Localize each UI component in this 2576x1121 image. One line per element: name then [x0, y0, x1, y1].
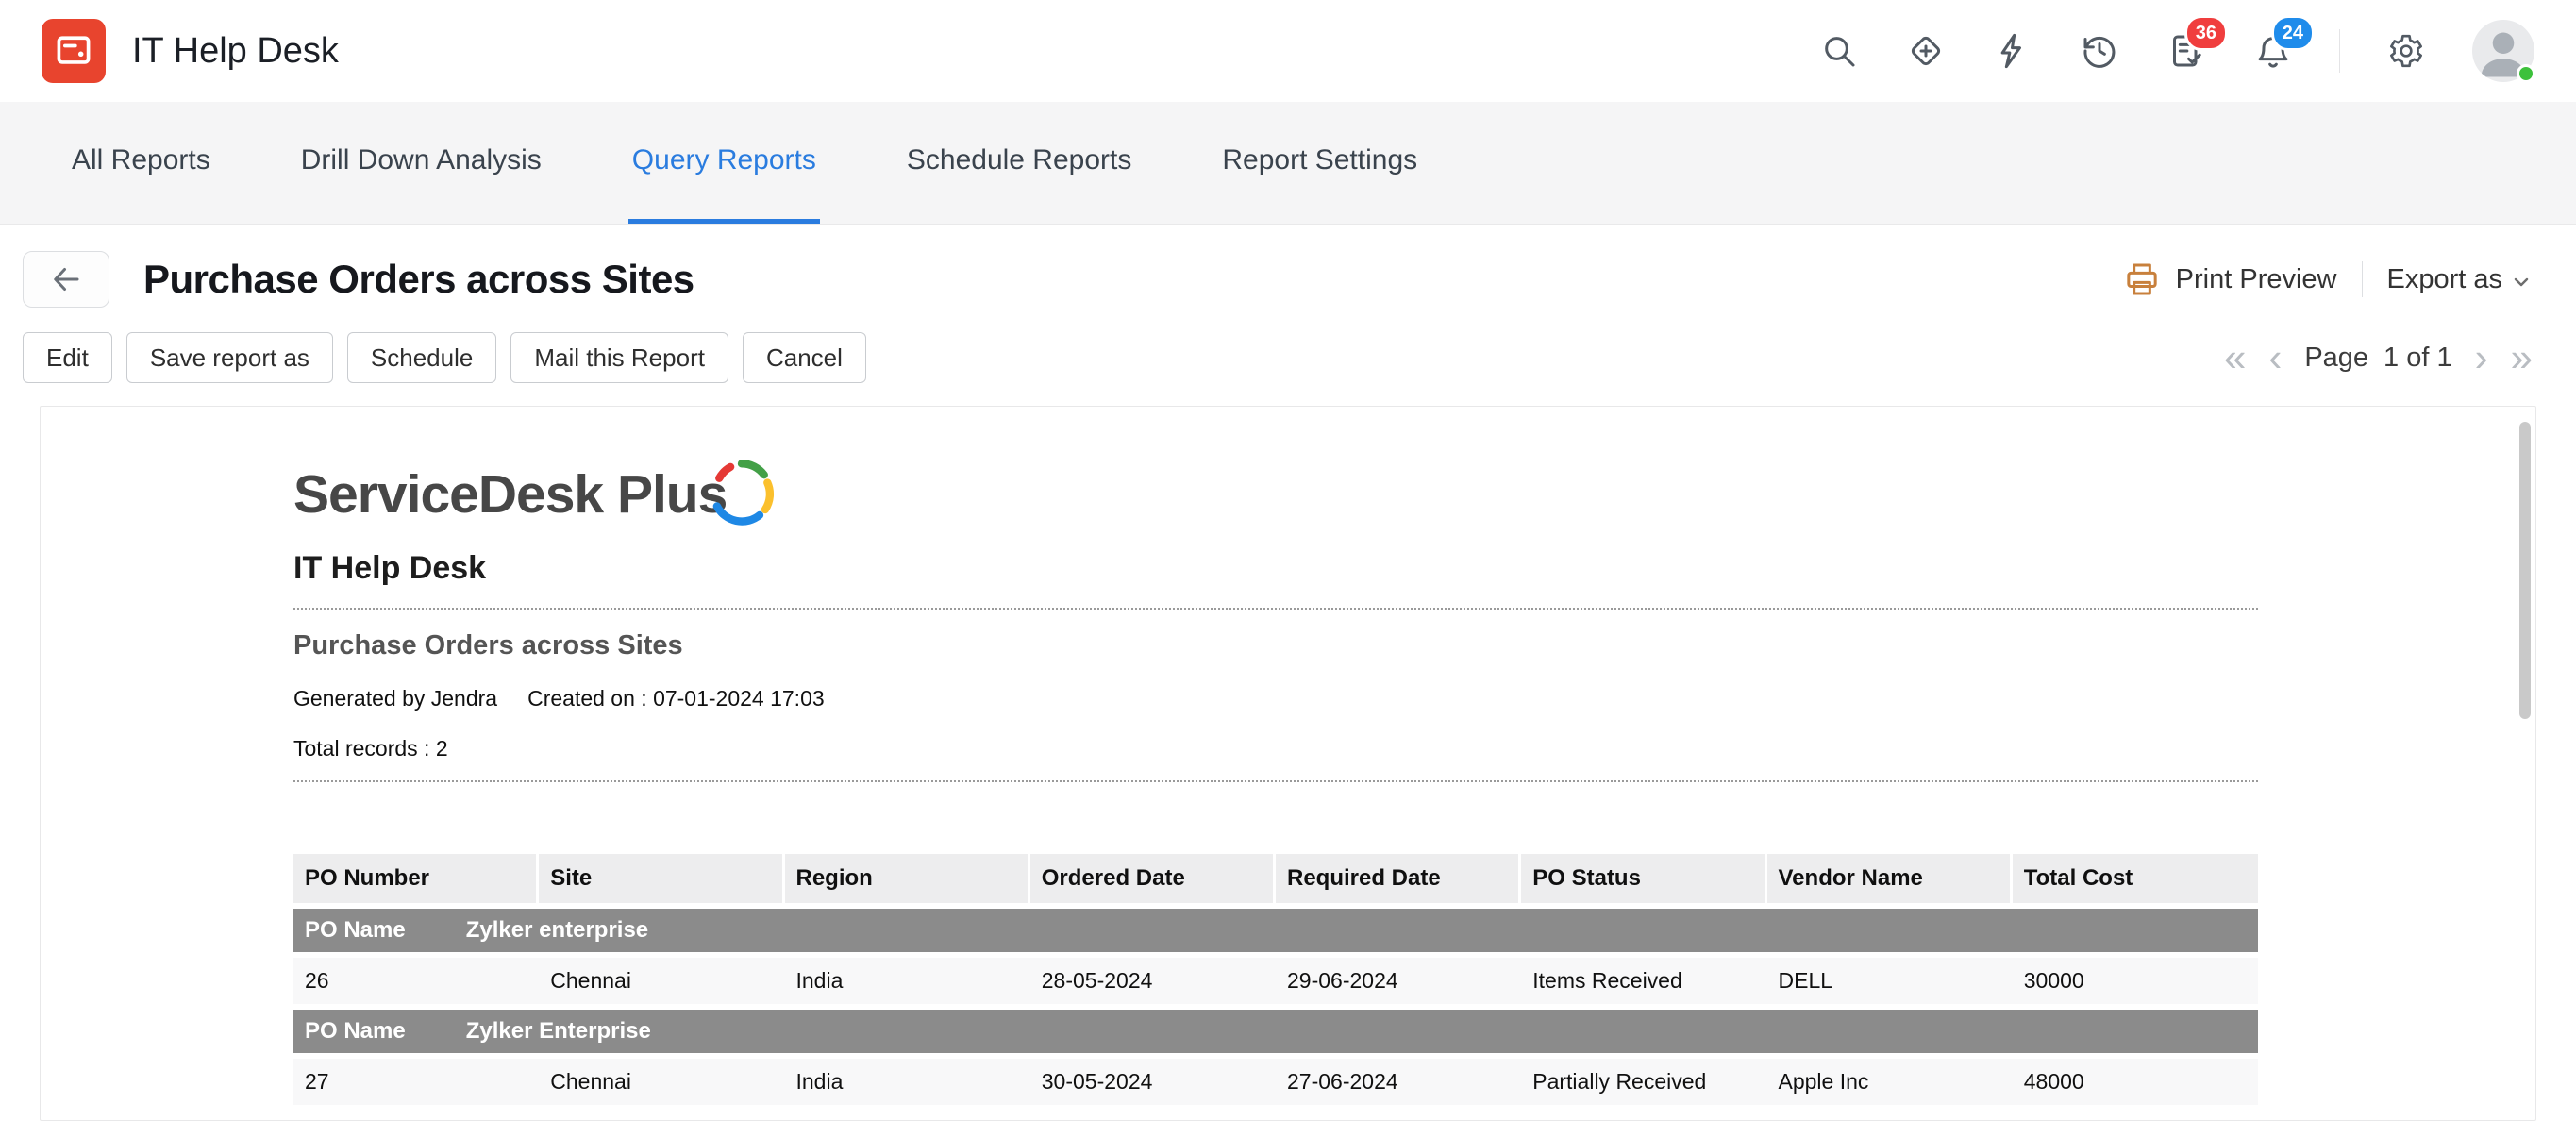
column-header-required-date: Required Date [1276, 854, 1521, 903]
scrollbar-thumb[interactable] [2519, 422, 2531, 719]
page-count: 1 of 1 [2384, 343, 2452, 374]
last-page-button[interactable]: » [2511, 338, 2533, 377]
table-cell: 30000 [2013, 958, 2258, 1004]
user-avatar[interactable] [2472, 20, 2534, 82]
brand-swirl-icon [706, 456, 778, 527]
created-on: Created on : 07-01-2024 17:03 [527, 686, 825, 711]
back-button[interactable] [23, 251, 109, 308]
column-header-po-number: PO Number [293, 854, 539, 903]
tab-report-settings[interactable]: Report Settings [1218, 102, 1421, 224]
group-value: Zylker enterprise [466, 917, 648, 943]
chevron-down-icon [2510, 271, 2533, 293]
notifications-icon[interactable]: 24 [2252, 30, 2294, 72]
table-cell: 27-06-2024 [1276, 1059, 1521, 1105]
app-logo-icon[interactable] [42, 19, 106, 83]
report-org-title: IT Help Desk [293, 550, 2258, 587]
report-tabs: All Reports Drill Down Analysis Query Repo… [0, 102, 2576, 225]
generated-by: Generated by Jendra [293, 686, 497, 711]
page-title: Purchase Orders across Sites [143, 257, 694, 302]
group-row: PO Name Zylker Enterprise [293, 1010, 2258, 1053]
top-header: IT Help Desk [0, 0, 2576, 102]
whats-new-icon[interactable] [1905, 30, 1947, 72]
settings-icon[interactable] [2385, 30, 2427, 72]
column-header-region: Region [785, 854, 1030, 903]
table-header-row: PO NumberSiteRegionOrdered DateRequired … [293, 854, 2258, 903]
table-cell: 30-05-2024 [1030, 1059, 1276, 1105]
tab-query-reports[interactable]: Query Reports [628, 102, 820, 224]
approvals-icon[interactable]: 36 [2166, 30, 2207, 72]
page-header: Purchase Orders across Sites Print Previ… [0, 225, 2576, 308]
table-cell: 27 [293, 1059, 539, 1105]
page-label: Page [2304, 343, 2368, 374]
tab-schedule-reports[interactable]: Schedule Reports [903, 102, 1135, 224]
report-table: PO NumberSiteRegionOrdered DateRequired … [293, 848, 2258, 1111]
mail-this-report-button[interactable]: Mail this Report [510, 332, 728, 383]
approvals-badge: 36 [2184, 15, 2228, 51]
report-preview-card: ServiceDesk Plus IT Help Desk Purchase O… [40, 406, 2536, 1121]
printer-icon [2123, 260, 2161, 298]
app-window: IT Help Desk [0, 0, 2576, 1121]
table-row: 27ChennaiIndia30-05-202427-06-2024Partia… [293, 1059, 2258, 1105]
report-toolbar: Edit Save report as Schedule Mail this Repo… [0, 308, 2576, 383]
tab-drill-down-analysis[interactable]: Drill Down Analysis [297, 102, 545, 224]
group-value: Zylker Enterprise [466, 1018, 651, 1044]
online-status-dot [2517, 64, 2535, 83]
table-cell: Chennai [539, 958, 784, 1004]
dotted-divider [293, 608, 2258, 610]
column-header-ordered-date: Ordered Date [1030, 854, 1276, 903]
dotted-divider [293, 780, 2258, 782]
group-row: PO Name Zylker enterprise [293, 909, 2258, 952]
table-cell: 48000 [2013, 1059, 2258, 1105]
cancel-button[interactable]: Cancel [743, 332, 866, 383]
next-page-button[interactable]: › [2475, 338, 2488, 377]
edit-button[interactable]: Edit [23, 332, 112, 383]
page-indicator: Page 1 of 1 [2304, 343, 2451, 374]
table-cell: DELL [1767, 958, 2013, 1004]
report-title: Purchase Orders across Sites [293, 630, 2258, 661]
export-as-label: Export as [2387, 264, 2503, 295]
search-icon[interactable] [1818, 30, 1860, 72]
table-cell: Partially Received [1521, 1059, 1766, 1105]
notifications-badge: 24 [2271, 15, 2315, 51]
table-row: 26ChennaiIndia28-05-202429-06-2024Items … [293, 958, 2258, 1004]
column-header-total-cost: Total Cost [2013, 854, 2258, 903]
table-cell: 26 [293, 958, 539, 1004]
brand-text: ServiceDesk Plus [293, 463, 727, 526]
column-header-po-status: PO Status [1521, 854, 1766, 903]
table-cell: 29-06-2024 [1276, 958, 1521, 1004]
table-cell: 28-05-2024 [1030, 958, 1276, 1004]
tab-all-reports[interactable]: All Reports [68, 102, 214, 224]
table-cell: Apple Inc [1767, 1059, 2013, 1105]
group-label: PO Name [305, 1018, 406, 1044]
table-cell: India [785, 958, 1030, 1004]
column-header-site: Site [539, 854, 784, 903]
report-meta: Generated by Jendra Created on : 07-01-2… [293, 686, 2258, 711]
servicedesk-plus-logo: ServiceDesk Plus [293, 444, 2258, 526]
pagination: « ‹ Page 1 of 1 › » [2224, 338, 2533, 377]
header-actions: 36 24 [1818, 20, 2534, 82]
page-head-actions: Print Preview Export as [2123, 260, 2533, 298]
print-preview-button[interactable]: Print Preview [2176, 264, 2337, 295]
brand-area: IT Help Desk [42, 19, 339, 83]
prev-page-button[interactable]: ‹ [2268, 338, 2282, 377]
column-header-vendor-name: Vendor Name [1767, 854, 2013, 903]
quick-actions-icon[interactable] [1992, 30, 2033, 72]
export-as-button[interactable]: Export as [2387, 264, 2534, 295]
table-cell: India [785, 1059, 1030, 1105]
total-records: Total records : 2 [293, 736, 2258, 761]
table-cell: Items Received [1521, 958, 1766, 1004]
history-icon[interactable] [2079, 30, 2120, 72]
save-report-as-button[interactable]: Save report as [126, 332, 333, 383]
action-buttons: Edit Save report as Schedule Mail this Repo… [23, 332, 866, 383]
table-cell: Chennai [539, 1059, 784, 1105]
first-page-button[interactable]: « [2224, 338, 2246, 377]
group-label: PO Name [305, 917, 406, 943]
app-title: IT Help Desk [132, 31, 339, 72]
schedule-button[interactable]: Schedule [347, 332, 496, 383]
head-divider [2362, 261, 2363, 297]
report-content: ServiceDesk Plus IT Help Desk Purchase O… [41, 407, 2258, 1111]
header-divider [2339, 29, 2340, 73]
